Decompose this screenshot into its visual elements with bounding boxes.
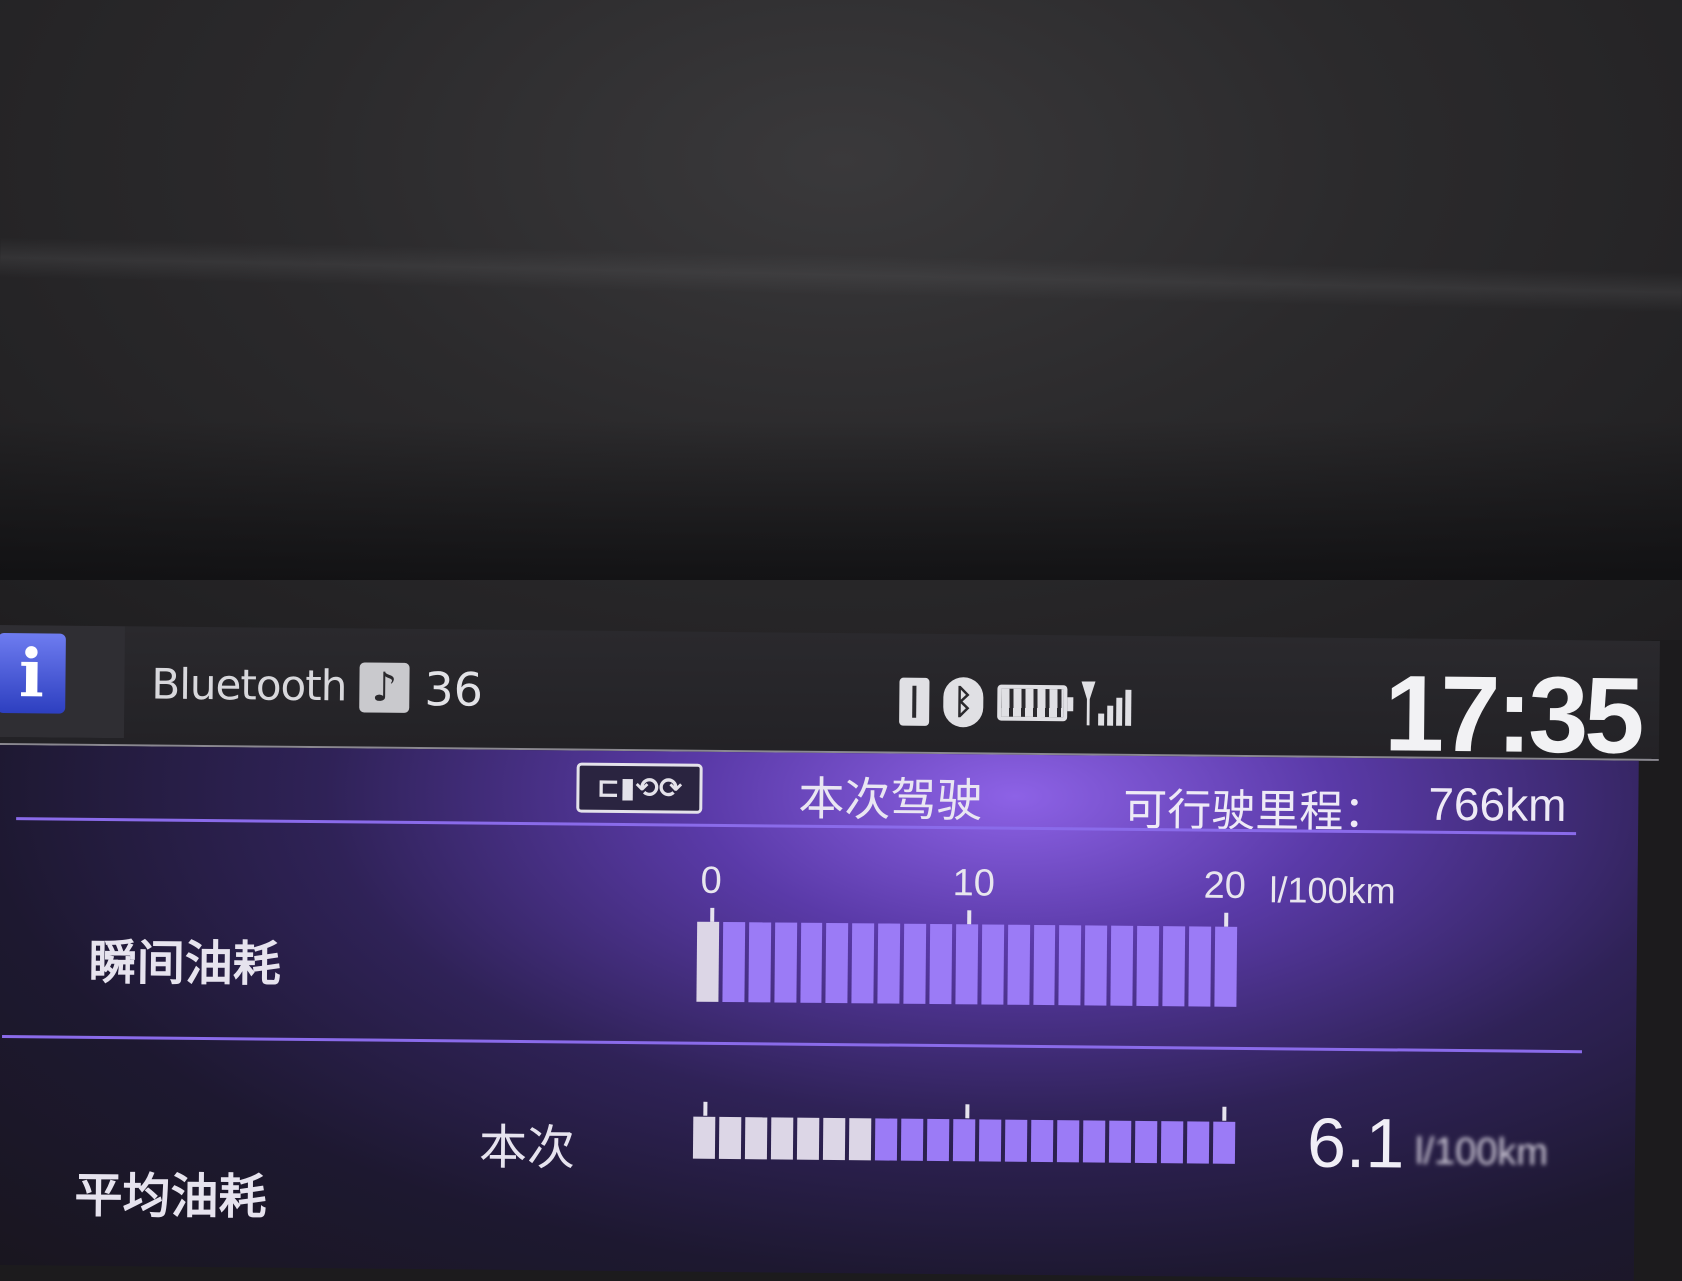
bar-segment: [1058, 925, 1082, 1006]
average-unit-label: l/100km: [1414, 1130, 1549, 1174]
instant-consumption-bar: [696, 921, 1237, 1007]
bar-segment: [1188, 926, 1211, 1007]
battery-icon: [997, 684, 1068, 722]
bar-segment: [1030, 1119, 1054, 1163]
signal-icon: [1081, 681, 1132, 726]
volume-level: 36: [424, 662, 484, 717]
scale-tick-label: 0: [700, 859, 722, 902]
bar-segment: [955, 924, 978, 1005]
bar-segment: [1162, 926, 1186, 1007]
instant-unit-label: l/100km: [1269, 869, 1396, 912]
bluetooth-icon: ᛒ: [943, 677, 984, 728]
bar-segment: [1212, 1121, 1236, 1164]
bar-segment: [851, 923, 875, 1004]
bar-segment: [1084, 925, 1108, 1006]
bar-segment: [978, 1119, 1002, 1162]
fuel-panel: ⊏▮⟲⟳ 本次驾驶 可行驶里程： 766km 瞬间油耗 0 10 20 l/10…: [0, 744, 1639, 1281]
signal-bar: [1116, 697, 1123, 726]
bar-segment: [1134, 1120, 1158, 1164]
range-value: 766km: [1428, 777, 1567, 832]
bar-segment: [1082, 1120, 1106, 1163]
average-consumption-value: 6.1: [1306, 1103, 1405, 1183]
average-consumption-label: 平均油耗: [74, 1167, 267, 1226]
bar-segment: [692, 1116, 716, 1159]
music-note-icon: ♪: [359, 662, 410, 713]
bar-segment: [1136, 925, 1160, 1007]
status-icons: ᛒ: [899, 676, 1132, 730]
bar-segment: [1110, 925, 1134, 1006]
bar-segment: [900, 1118, 924, 1161]
bar-segment: [696, 921, 720, 1002]
scale-tick-label: 10: [952, 862, 996, 905]
bar-segment: [825, 922, 849, 1004]
bar-segment: [903, 923, 927, 1004]
bar-segment: [952, 1119, 976, 1162]
bar-segment: [1007, 924, 1030, 1005]
scale-marker: [967, 910, 972, 925]
bar-segment: [822, 1117, 846, 1161]
scale-marker: [710, 907, 715, 922]
audio-source-label: Bluetooth: [151, 659, 347, 711]
bar-segment: [748, 922, 771, 1003]
eco-mode-icon[interactable]: ⊏▮⟲⟳: [576, 762, 703, 814]
status-bar: i Bluetooth ♪ 36 ᛒ 17:35: [0, 625, 1660, 776]
usb-icon: [899, 677, 930, 726]
info-display: i Bluetooth ♪ 36 ᛒ 17:35 ⊏▮⟲⟳ 本次驾驶 可行驶里程…: [0, 625, 1682, 1281]
instant-consumption-label: 瞬间油耗: [88, 934, 282, 993]
bar-segment: [929, 923, 953, 1005]
bar-segment: [1032, 924, 1056, 1006]
bar-segment: [718, 1116, 742, 1160]
bar-segment: [1108, 1120, 1132, 1163]
bar-segment: [1056, 1120, 1080, 1163]
bar-segment: [848, 1118, 872, 1161]
bar-segment: [796, 1117, 820, 1160]
bar-segment: [1186, 1121, 1210, 1164]
scale-tick-label: 20: [1203, 864, 1247, 907]
signal-bar: [1098, 713, 1105, 726]
bar-segment: [926, 1118, 950, 1162]
bar-segment: [744, 1117, 768, 1160]
current-trip-label: 本次: [478, 1119, 576, 1177]
bar-segment: [722, 921, 745, 1003]
scale-marker: [1224, 912, 1229, 927]
bar-segment: [770, 1117, 794, 1160]
bar-segment: [799, 922, 823, 1003]
trip-label: 本次驾驶: [798, 771, 983, 828]
signal-bar: [1107, 705, 1114, 726]
info-icon[interactable]: i: [0, 632, 66, 714]
bar-segment: [981, 924, 1004, 1005]
antenna-glyph: [1081, 681, 1095, 725]
bar-segment: [1160, 1121, 1184, 1164]
dashboard-shadow: [0, 420, 1682, 580]
scale-marker: [1222, 1106, 1227, 1121]
average-consumption-bar: [692, 1116, 1236, 1164]
bar-segment: [1214, 926, 1237, 1007]
section-divider: [2, 1035, 1582, 1054]
signal-bar: [1125, 689, 1132, 726]
bar-segment: [874, 1118, 898, 1161]
scale-marker: [965, 1104, 970, 1119]
bar-segment: [1004, 1119, 1028, 1162]
bar-segment: [774, 922, 797, 1003]
scale-marker: [703, 1101, 708, 1116]
bar-segment: [877, 923, 901, 1004]
